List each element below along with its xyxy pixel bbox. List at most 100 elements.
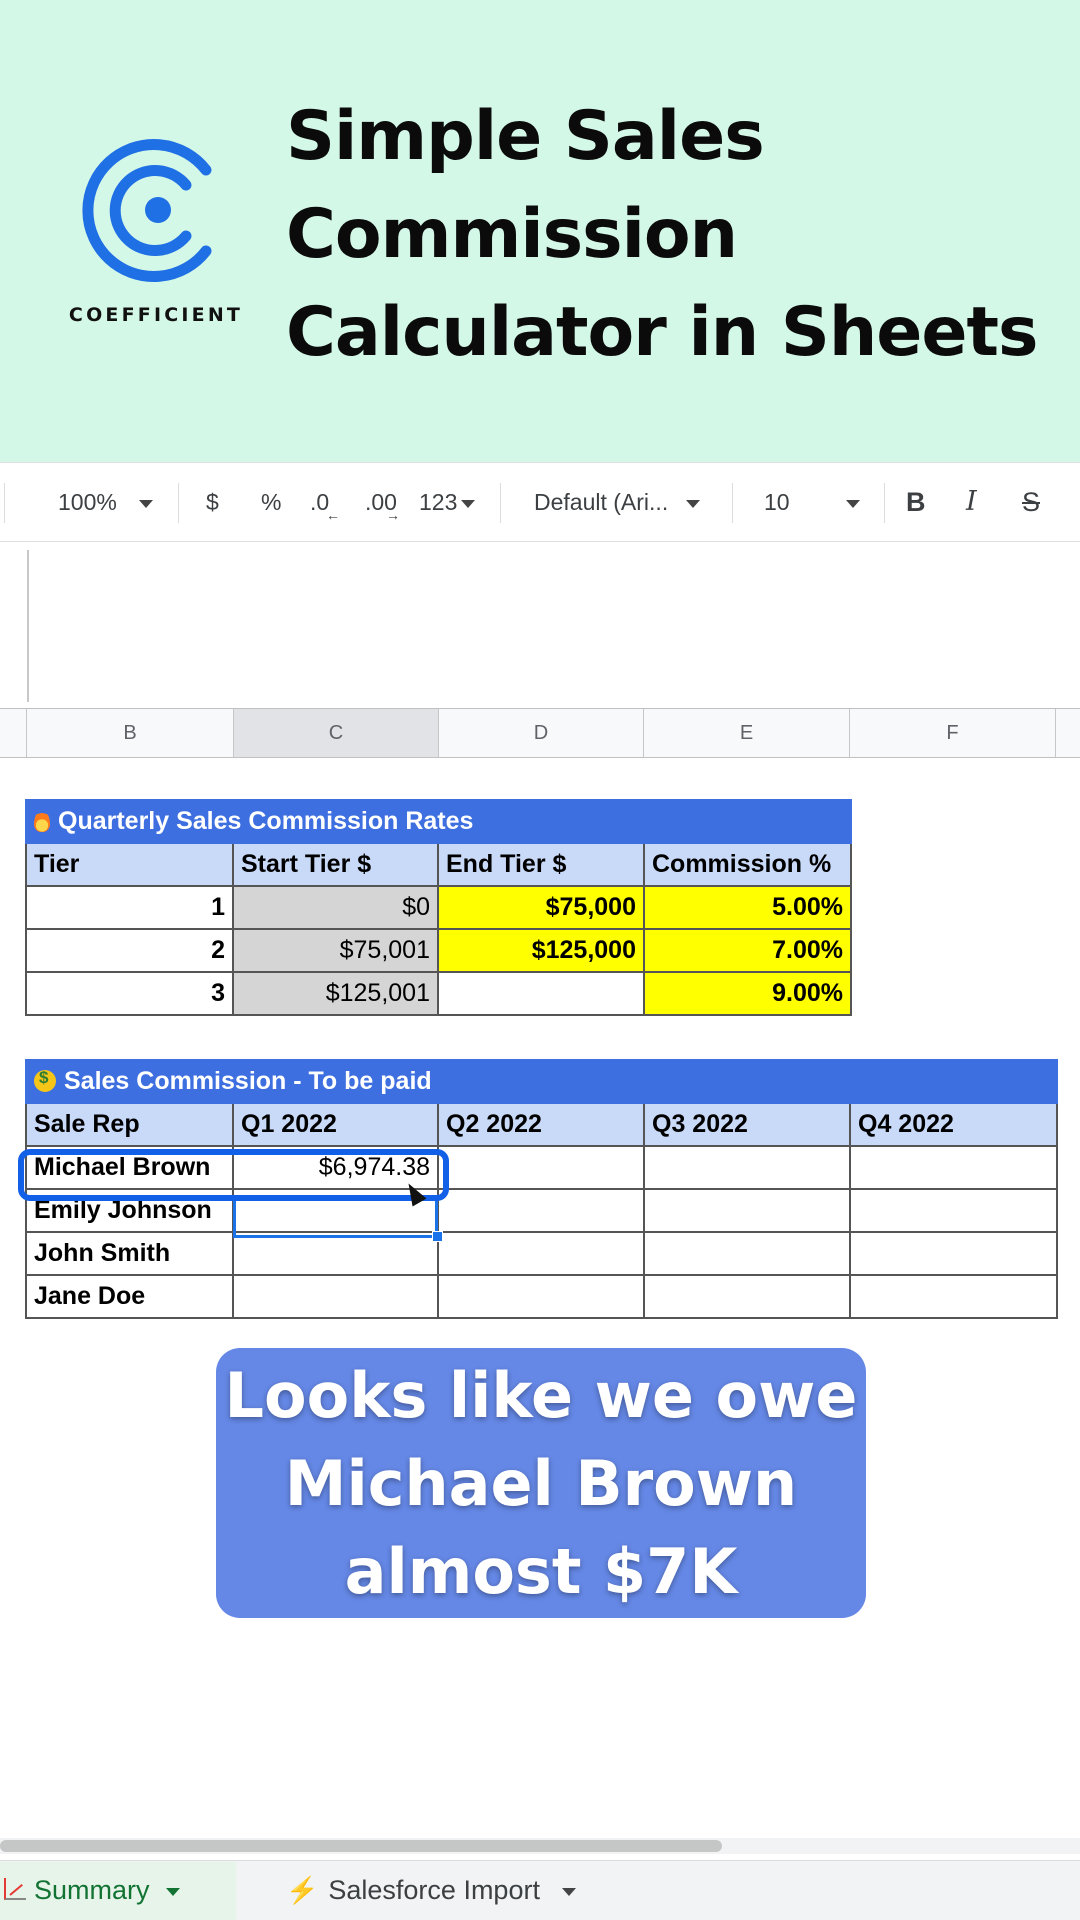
column-header-f[interactable]: F	[850, 709, 1056, 757]
q2-cell[interactable]	[437, 1188, 645, 1233]
header-cell[interactable]: Q3 2022	[643, 1102, 851, 1147]
headline-line-3: Calculator in Sheets	[286, 293, 1038, 372]
q4-cell[interactable]	[849, 1188, 1058, 1233]
rates-table-title: Quarterly Sales Commission Rates	[24, 799, 853, 844]
header-cell[interactable]: Sale Rep	[25, 1102, 234, 1147]
q1-cell[interactable]	[232, 1274, 439, 1319]
sheet-tab-summary[interactable]: Summary	[0, 1862, 236, 1920]
end-tier-cell[interactable]: $75,000	[437, 885, 645, 930]
table-row: John Smith	[25, 1231, 1058, 1276]
sale-rep-cell[interactable]: Jane Doe	[25, 1274, 234, 1319]
chevron-down-icon	[165, 1887, 180, 1896]
commission-cell[interactable]: 7.00%	[642, 928, 853, 973]
caption-line-2: Michael Brown	[284, 1447, 798, 1520]
paid-title-text: Sales Commission - To be paid	[64, 1067, 432, 1095]
header-cell[interactable]: Q2 2022	[437, 1102, 645, 1147]
chevron-down-icon	[138, 499, 153, 508]
q4-cell[interactable]	[849, 1274, 1058, 1319]
video-caption: Looks like we owe Michael Brown almost $…	[216, 1348, 866, 1618]
arrow-left-icon: ←	[326, 507, 340, 523]
column-header-a[interactable]	[0, 709, 27, 757]
column-header-d[interactable]: D	[439, 709, 644, 757]
table-row: 2 $75,001 $125,000 7.00%	[25, 928, 853, 973]
fire-icon	[34, 810, 50, 832]
header-cell[interactable]: Commission %	[642, 842, 853, 887]
video-headline: Simple Sales Commission Calculator in Sh…	[286, 88, 1066, 382]
formula-divider	[27, 550, 29, 702]
end-tier-cell[interactable]	[437, 971, 645, 1016]
headline-line-2: Commission	[286, 195, 738, 274]
commission-cell[interactable]: 5.00%	[642, 885, 853, 930]
end-tier-cell[interactable]: $125,000	[437, 928, 645, 973]
chevron-down-icon	[845, 499, 860, 508]
formula-bar-area[interactable]	[0, 542, 1080, 708]
start-tier-cell[interactable]: $0	[232, 885, 439, 930]
font-size-value: 10	[764, 489, 790, 515]
coefficient-logo-icon	[82, 139, 212, 282]
brand-name: COEFFICIENT	[68, 304, 244, 326]
q2-cell[interactable]	[437, 1274, 645, 1319]
sheet-tab-label: Salesforce Import	[328, 1875, 540, 1905]
q3-cell[interactable]	[643, 1145, 851, 1190]
sale-rep-cell[interactable]: John Smith	[25, 1231, 234, 1276]
zoom-select[interactable]: 100%	[58, 487, 153, 517]
format-percent-button[interactable]: %	[261, 487, 281, 517]
chart-icon	[4, 1878, 26, 1900]
highlight-outline	[18, 1149, 449, 1201]
caption-line-1: Looks like we owe	[224, 1359, 858, 1432]
header-cell[interactable]: Start Tier $	[232, 842, 439, 887]
bold-button[interactable]: B	[906, 487, 926, 517]
header-cell[interactable]: Q1 2022	[232, 1102, 439, 1147]
header-cell[interactable]: End Tier $	[437, 842, 645, 887]
caption-line-3: almost $7K	[344, 1535, 738, 1608]
horizontal-scrollbar-thumb[interactable]	[0, 1840, 722, 1852]
chevron-down-icon	[461, 499, 476, 508]
sheets-toolbar: 100% $ % .0 ← .00 → 123 Default (Ari... …	[0, 462, 1080, 542]
q3-cell[interactable]	[643, 1274, 851, 1319]
paid-table-title: Sales Commission - To be paid	[25, 1059, 1058, 1104]
lightning-icon: ⚡	[286, 1875, 319, 1905]
fill-handle[interactable]	[432, 1231, 443, 1242]
headline-line-1: Simple Sales	[286, 97, 765, 176]
q3-cell[interactable]	[643, 1231, 851, 1276]
strikethrough-button[interactable]: S	[1022, 487, 1040, 517]
column-headers: B C D E F	[0, 708, 1080, 758]
more-formats-button[interactable]: 123	[419, 487, 476, 517]
table-row: 3 $125,001 9.00%	[25, 971, 853, 1016]
q3-cell[interactable]	[643, 1188, 851, 1233]
start-tier-cell[interactable]: $75,001	[232, 928, 439, 973]
arrow-right-icon: →	[386, 507, 400, 523]
font-size-select[interactable]: 10	[764, 487, 860, 517]
zoom-value: 100%	[58, 489, 117, 515]
commission-cell[interactable]: 9.00%	[642, 971, 853, 1016]
sheet-tab-salesforce-import[interactable]: ⚡ Salesforce Import	[282, 1862, 642, 1920]
table-row: 1 $0 $75,000 5.00%	[25, 885, 853, 930]
chevron-down-icon	[561, 1887, 576, 1896]
header-cell[interactable]: Q4 2022	[849, 1102, 1058, 1147]
sheet-tab-label: Summary	[34, 1875, 150, 1905]
q2-cell[interactable]	[437, 1145, 645, 1190]
money-face-icon	[34, 1068, 56, 1092]
format-currency-button[interactable]: $	[206, 487, 219, 517]
more-formats-label: 123	[419, 489, 458, 515]
font-value: Default (Ari...	[534, 489, 669, 515]
column-header-e[interactable]: E	[644, 709, 850, 757]
q4-cell[interactable]	[849, 1145, 1058, 1190]
selected-cell-outline	[233, 1195, 438, 1238]
font-select[interactable]: Default (Ari...	[534, 487, 701, 517]
q4-cell[interactable]	[849, 1231, 1058, 1276]
q2-cell[interactable]	[437, 1231, 645, 1276]
tier-cell[interactable]: 1	[25, 885, 234, 930]
q1-cell[interactable]	[232, 1231, 439, 1276]
tier-cell[interactable]: 3	[25, 971, 234, 1016]
column-header-c[interactable]: C	[234, 709, 439, 757]
tier-cell[interactable]: 2	[25, 928, 234, 973]
table-row: Jane Doe	[25, 1274, 1058, 1319]
italic-button[interactable]: I	[966, 487, 977, 517]
chevron-down-icon	[686, 499, 701, 508]
header-cell[interactable]: Tier	[25, 842, 234, 887]
start-tier-cell[interactable]: $125,001	[232, 971, 439, 1016]
rates-title-text: Quarterly Sales Commission Rates	[58, 807, 474, 835]
video-banner: COEFFICIENT Simple Sales Commission Calc…	[0, 0, 1080, 462]
column-header-b[interactable]: B	[27, 709, 234, 757]
